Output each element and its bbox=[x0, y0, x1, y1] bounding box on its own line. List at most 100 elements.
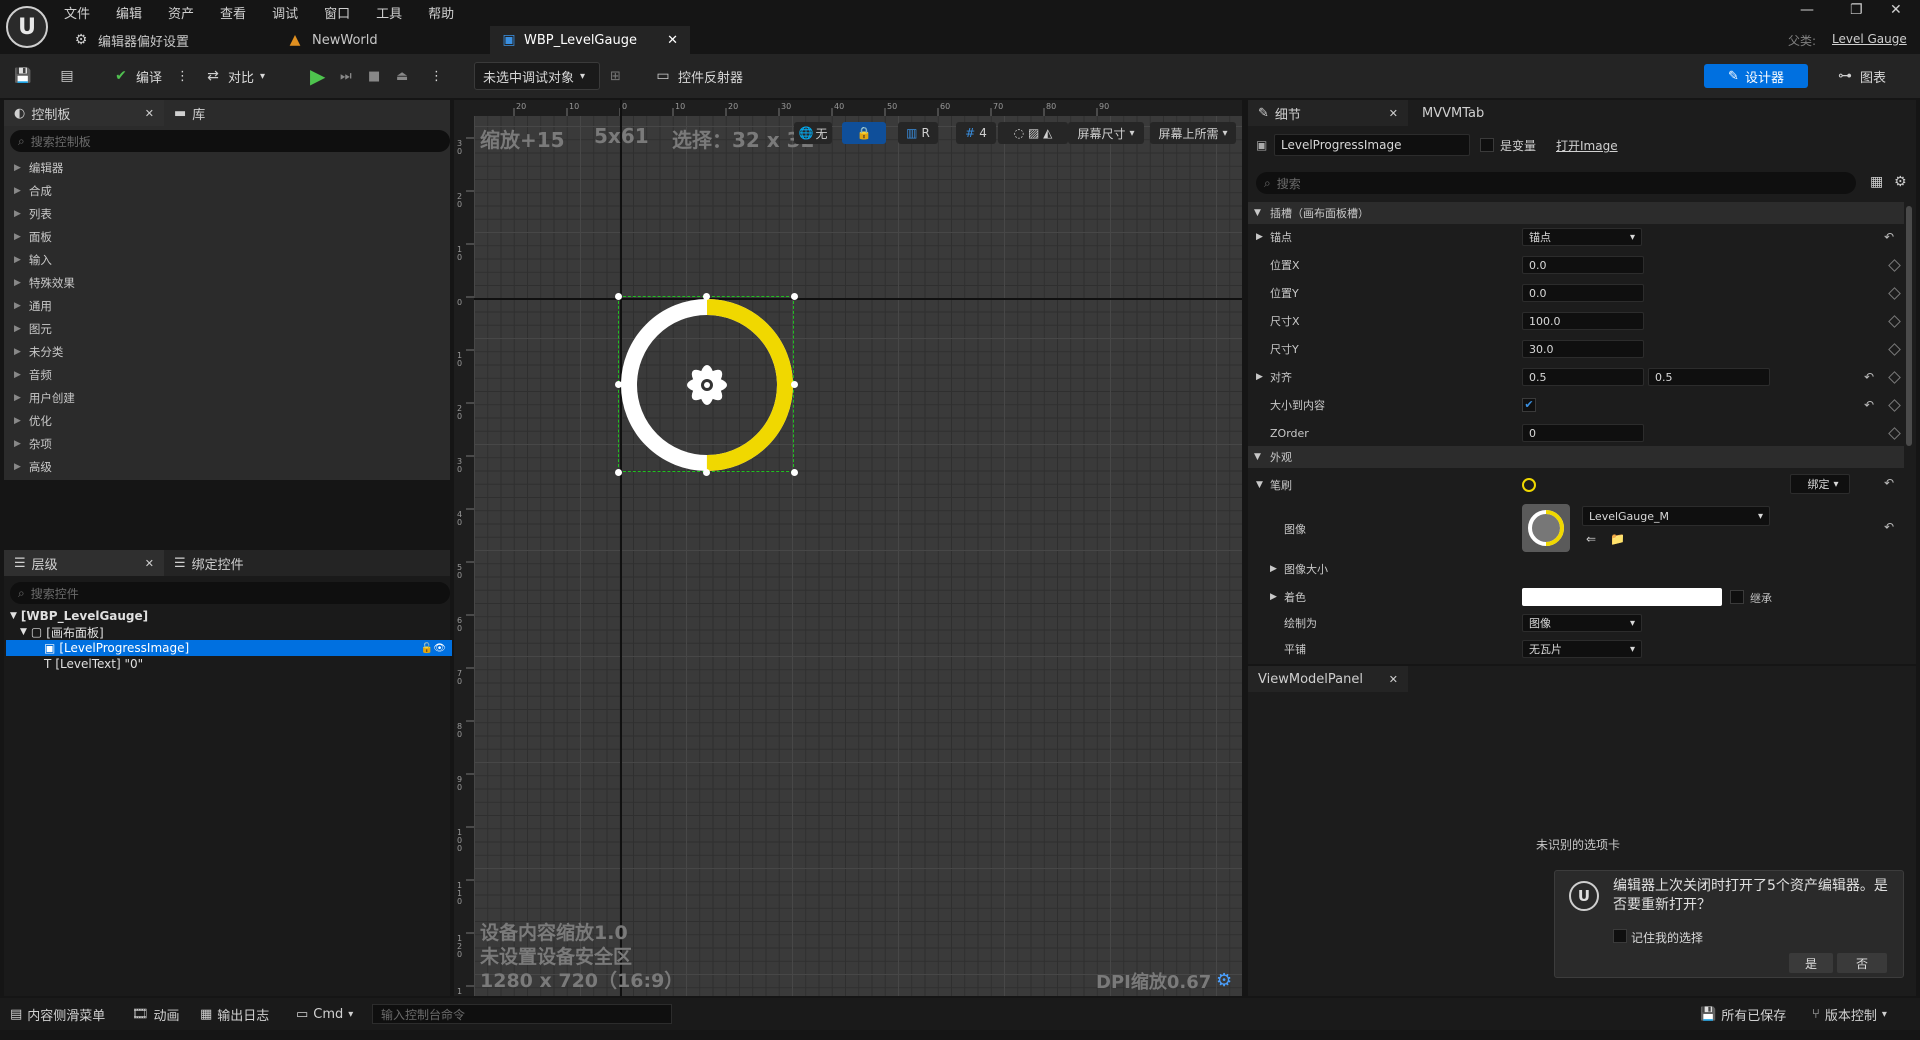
palette-search-input[interactable]: ⌕ 搜索控制板 bbox=[10, 130, 450, 152]
unreal-logo-icon[interactable]: U bbox=[6, 6, 48, 48]
screen-size-dropdown[interactable]: 屏幕尺寸 ▾ bbox=[1068, 122, 1144, 144]
details-search-input[interactable]: ⌕ 搜索 bbox=[1256, 172, 1856, 194]
widget-name-input[interactable]: LevelProgressImage bbox=[1274, 134, 1470, 156]
step-icon[interactable]: ⏭ bbox=[340, 62, 352, 90]
use-selected-icon[interactable]: ⇐ bbox=[1586, 532, 1596, 546]
cmd-dropdown[interactable]: ▭ Cmd ▾ bbox=[296, 1004, 353, 1024]
palette-category[interactable]: ▶ 通用 bbox=[14, 298, 52, 314]
palette-category[interactable]: ▶ 编辑器 bbox=[14, 160, 63, 176]
image-asset-dropdown[interactable]: LevelGauge_M ▾ bbox=[1582, 506, 1770, 526]
brush-bind-dropdown[interactable]: 绑定 ▾ bbox=[1790, 474, 1850, 494]
sizey-input[interactable]: 30.0 bbox=[1522, 340, 1644, 358]
resize-handle-r[interactable] bbox=[791, 381, 798, 388]
palette-category[interactable]: ▶ 特殊效果 bbox=[14, 275, 75, 291]
respect-locks-button[interactable]: ▥ R bbox=[898, 122, 938, 144]
close-viewmodel-icon[interactable]: ✕ bbox=[1389, 673, 1398, 686]
debug-filter-icon[interactable]: ⊞ bbox=[610, 62, 621, 90]
posy-input[interactable]: 0.0 bbox=[1522, 284, 1644, 302]
palette-category[interactable]: ▶ 列表 bbox=[14, 206, 52, 222]
yes-button[interactable]: 是 bbox=[1789, 953, 1833, 973]
close-window-icon[interactable]: ✕ bbox=[1890, 2, 1902, 18]
console-command-input[interactable]: 输入控制台命令 bbox=[372, 1004, 672, 1024]
draw-as-dropdown[interactable]: 图像 ▾ bbox=[1522, 614, 1642, 632]
hierarchy-search-input[interactable]: ⌕ 搜索控件 bbox=[10, 582, 450, 604]
close-hierarchy-icon[interactable]: ✕ bbox=[145, 557, 154, 570]
lock-eye-icon[interactable]: 🔓👁 bbox=[421, 643, 446, 654]
graph-mode-button[interactable]: ⊶ 图表 bbox=[1836, 62, 1886, 90]
palette-category[interactable]: ▶ 未分类 bbox=[14, 344, 63, 360]
align-reset-icon[interactable]: ↶ bbox=[1864, 370, 1874, 384]
tab-viewmodel[interactable]: ViewModelPanel ✕ bbox=[1248, 666, 1408, 692]
dpi-settings-icon[interactable]: ⚙ bbox=[1216, 970, 1232, 991]
resize-handle-tr[interactable] bbox=[791, 293, 798, 300]
diff-button[interactable]: ⇄ 对比 ▾ bbox=[204, 62, 265, 90]
tree-item-root[interactable]: ▼ [WBP_LevelGauge] bbox=[10, 608, 148, 624]
compile-button[interactable]: ✔ 编译 bbox=[112, 62, 162, 90]
resize-handle-l[interactable] bbox=[615, 381, 622, 388]
tab-library[interactable]: ▬ 库 bbox=[164, 100, 215, 126]
widget-reflector-button[interactable]: ▭ 控件反射器 bbox=[654, 62, 743, 90]
resize-handle-bl[interactable] bbox=[615, 469, 622, 476]
selected-widget-bounds[interactable] bbox=[615, 293, 798, 476]
tab-editor-prefs[interactable]: ⚙ 编辑器偏好设置 bbox=[62, 26, 272, 54]
image-reset-icon[interactable]: ↶ bbox=[1884, 520, 1894, 534]
autosize-reset-icon[interactable]: ↶ bbox=[1864, 398, 1874, 412]
resize-handle-br[interactable] bbox=[791, 469, 798, 476]
palette-category[interactable]: ▶ 图元 bbox=[14, 321, 52, 337]
tiling-dropdown[interactable]: 无瓦片 ▾ bbox=[1522, 640, 1642, 658]
parent-class-link[interactable]: Level Gauge bbox=[1832, 32, 1907, 46]
browse-asset-icon[interactable]: 📁 bbox=[1610, 532, 1625, 546]
remember-choice-checkbox[interactable] bbox=[1613, 929, 1627, 943]
appearance-section-header[interactable]: ▼ 外观 bbox=[1248, 446, 1904, 468]
zorder-input[interactable]: 0 bbox=[1522, 424, 1644, 442]
resize-handle-tl[interactable] bbox=[615, 293, 622, 300]
anchor-reset-icon[interactable]: ↶ bbox=[1884, 230, 1894, 244]
tree-item-level-progress-image[interactable]: ▣ [LevelProgressImage] 🔓👁 bbox=[6, 640, 452, 656]
menu-asset[interactable]: 资产 bbox=[168, 3, 194, 22]
palette-category[interactable]: ▶ 优化 bbox=[14, 413, 52, 429]
autosize-checkbox[interactable]: ✔ bbox=[1522, 398, 1536, 412]
minimize-icon[interactable]: — bbox=[1800, 2, 1814, 18]
palette-category[interactable]: ▶ 杂项 bbox=[14, 436, 52, 452]
tab-hierarchy[interactable]: ☰ 层级 ✕ bbox=[4, 550, 164, 576]
palette-category[interactable]: ▶ 用户创建 bbox=[14, 390, 75, 406]
compile-options-icon[interactable]: ⋮ bbox=[176, 62, 189, 90]
view-options-button[interactable]: ◌ ▨ ◭ bbox=[998, 122, 1068, 144]
tab-palette[interactable]: ◐ 控制板 ✕ bbox=[4, 100, 164, 126]
menu-view[interactable]: 查看 bbox=[220, 3, 246, 22]
localization-button[interactable]: 🌐 无 bbox=[794, 122, 832, 144]
palette-category[interactable]: ▶ 高级 bbox=[14, 459, 52, 475]
is-variable-checkbox[interactable] bbox=[1480, 138, 1494, 152]
source-control-button[interactable]: ⑂ 版本控制 ▾ bbox=[1812, 1004, 1887, 1024]
menu-debug[interactable]: 调试 bbox=[272, 3, 298, 22]
content-drawer-button[interactable]: ▤ 内容侧滑菜单 bbox=[10, 1004, 105, 1024]
no-button[interactable]: 否 bbox=[1837, 953, 1887, 973]
tab-bind-widgets[interactable]: ☰ 绑定控件 bbox=[164, 550, 254, 576]
tint-color-swatch[interactable] bbox=[1522, 588, 1722, 606]
tree-item-level-text[interactable]: T [LevelText] "0" bbox=[44, 656, 143, 672]
tab-wbp-levelgauge[interactable]: ▣ WBP_LevelGauge ✕ bbox=[490, 26, 690, 54]
resize-handle-t[interactable] bbox=[703, 293, 710, 300]
open-image-link[interactable]: 打开Image bbox=[1556, 137, 1618, 154]
fill-screen-dropdown[interactable]: 屏幕上所需 ▾ bbox=[1150, 122, 1236, 144]
inherit-checkbox[interactable] bbox=[1730, 590, 1744, 604]
all-saved-button[interactable]: 💾 所有已保存 bbox=[1700, 1004, 1786, 1024]
align-y-input[interactable]: 0.5 bbox=[1648, 368, 1770, 386]
palette-category[interactable]: ▶ 音频 bbox=[14, 367, 52, 383]
posx-input[interactable]: 0.0 bbox=[1522, 256, 1644, 274]
tab-mvvm[interactable]: MVVMTab bbox=[1412, 100, 1494, 126]
image-thumbnail[interactable] bbox=[1522, 504, 1570, 552]
stop-icon[interactable]: ■ bbox=[368, 62, 380, 90]
anchor-dropdown[interactable]: 锚点 ▾ bbox=[1522, 228, 1642, 246]
animation-button[interactable]: 🎞 动画 bbox=[132, 1004, 180, 1024]
details-scrollbar[interactable] bbox=[1906, 206, 1912, 446]
restore-icon[interactable]: ❐ bbox=[1850, 2, 1863, 18]
designer-canvas[interactable]: 20 10 0 10 20 30 40 50 60 70 80 90 3020100102030405… bbox=[454, 100, 1242, 996]
menu-help[interactable]: 帮助 bbox=[428, 3, 454, 22]
brush-reset-icon[interactable]: ↶ bbox=[1884, 476, 1894, 490]
debug-target-dropdown[interactable]: 未选中调试对象 ▾ bbox=[474, 62, 600, 90]
palette-category[interactable]: ▶ 面板 bbox=[14, 229, 52, 245]
close-palette-icon[interactable]: ✕ bbox=[145, 107, 154, 120]
palette-category[interactable]: ▶ 合成 bbox=[14, 183, 52, 199]
tree-item-canvas-panel[interactable]: ▼ ▢ [画布面板] bbox=[20, 624, 104, 640]
